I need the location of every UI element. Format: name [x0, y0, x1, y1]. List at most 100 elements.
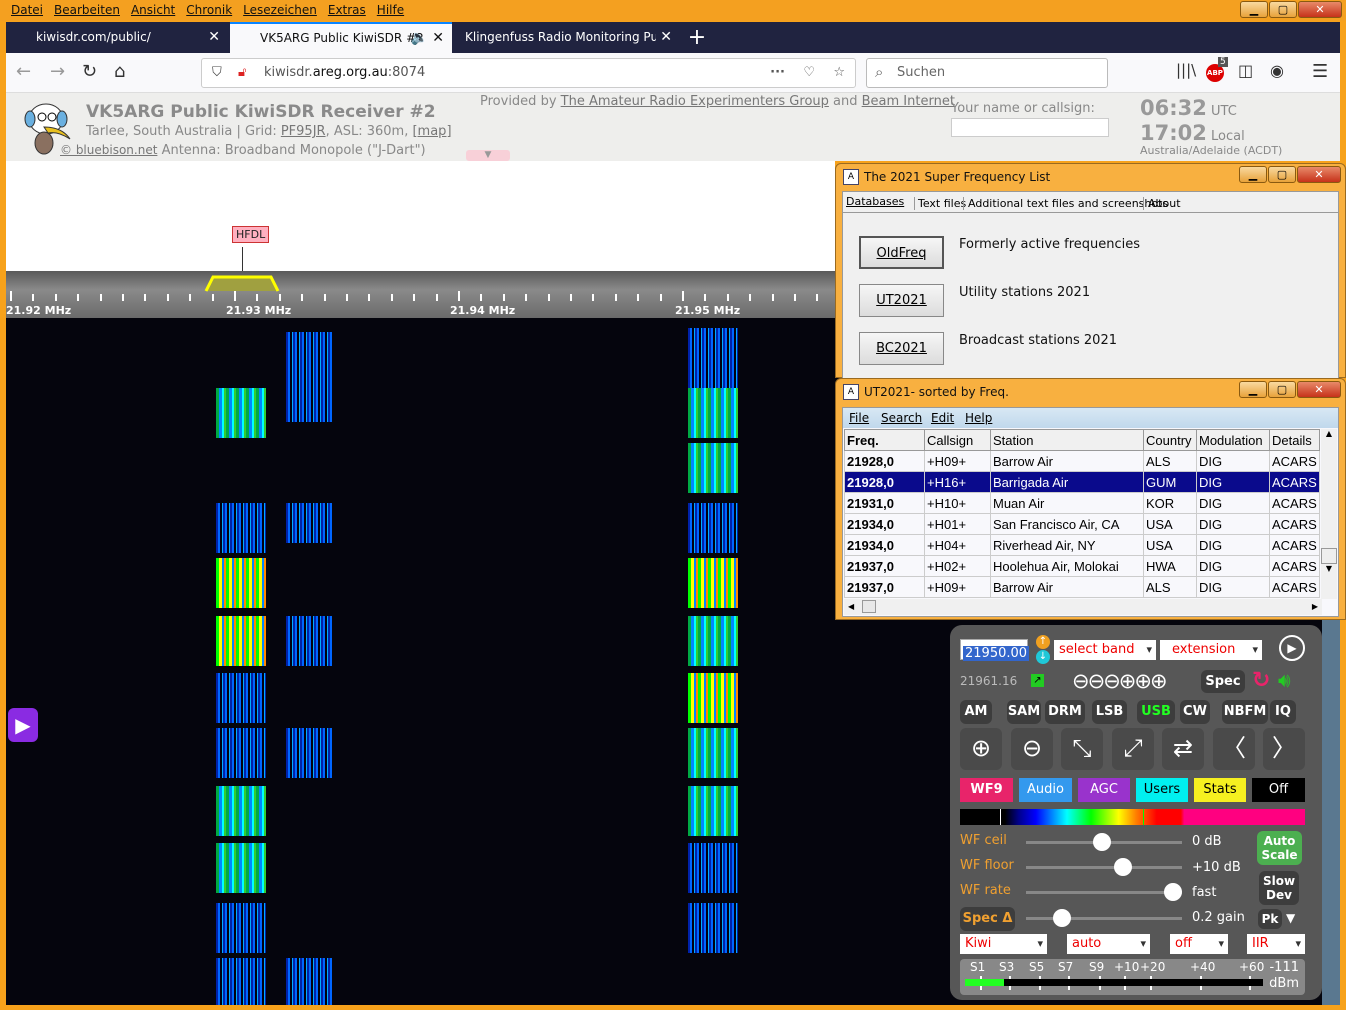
tab-kiwisdr-public[interactable]: kiwisdr.com/public/ ✕	[6, 22, 228, 53]
off-select[interactable]: off	[1170, 934, 1228, 954]
minimize-button[interactable]: ▁	[1240, 1, 1268, 18]
mode-usb-button[interactable]: USB	[1137, 700, 1175, 724]
pocket-icon[interactable]: ♡	[803, 59, 815, 87]
oldfreq-button[interactable]: OldFreq	[859, 236, 944, 269]
zoom-max-icon[interactable]: ⤢	[1112, 728, 1154, 770]
volume-icon[interactable]: 🔊︎	[1278, 668, 1291, 692]
floor-marker[interactable]	[1000, 809, 1001, 825]
menu-bearbeiten[interactable]: Bearbeiten	[54, 0, 120, 21]
forward-icon[interactable]: →	[50, 61, 65, 82]
close-tab-icon[interactable]: ✕	[432, 24, 444, 53]
column-header[interactable]: Freq.	[844, 429, 925, 451]
speaker-icon[interactable]: 🔈	[411, 24, 428, 53]
ceil-marker[interactable]	[1143, 809, 1144, 825]
new-tab-button[interactable]: +	[682, 22, 712, 53]
toggle-wf9-button[interactable]: WF9	[960, 778, 1013, 802]
toggle-stats-button[interactable]: Stats	[1194, 778, 1246, 802]
iir-select[interactable]: IIR	[1247, 934, 1305, 954]
insecure-lock-icon[interactable]: 🔓︎	[238, 59, 246, 87]
slow-dev-button[interactable]: Slow Dev	[1259, 871, 1299, 905]
slider-knob[interactable]	[1114, 858, 1133, 876]
frequency-input[interactable]: 21950.00	[960, 639, 1030, 661]
maximize-button[interactable]: ▢	[1269, 1, 1297, 18]
menu-ansicht[interactable]: Ansicht	[131, 0, 175, 21]
library-icon[interactable]: |||\	[1176, 61, 1196, 79]
reload-icon[interactable]: ↻	[82, 61, 97, 82]
page-right-icon[interactable]: 〉	[1263, 728, 1305, 770]
frequency-scale[interactable]: 21.92 MHz 21.93 MHz 21.94 MHz 21.95 MHz	[6, 271, 835, 318]
toggle-audio-button[interactable]: Audio	[1019, 778, 1072, 802]
tab-databases[interactable]: Databases	[846, 195, 904, 208]
spec-button[interactable]: Spec	[1201, 670, 1245, 693]
hfdl-marker-label[interactable]: HFDL	[232, 226, 270, 243]
wf-ceil-slider[interactable]	[1026, 833, 1182, 851]
collapse-header-button[interactable]: ▼	[466, 150, 510, 161]
bc2021-button[interactable]: BC2021	[859, 332, 944, 365]
mode-am-button[interactable]: AM	[960, 700, 992, 724]
tab-klingenfuss[interactable]: Klingenfuss Radio Monitoring Publi ✕	[454, 22, 680, 53]
step-down-icon[interactable]: ↓	[1036, 650, 1050, 664]
toggle-users-button[interactable]: Users	[1136, 778, 1188, 802]
close-tab-icon[interactable]: ✕	[656, 22, 672, 53]
search-input[interactable]: ⌕ Suchen	[866, 58, 1108, 88]
column-header[interactable]: Callsign	[924, 429, 991, 451]
slider-knob[interactable]	[1093, 833, 1111, 851]
menu-hilfe[interactable]: Hilfe	[377, 0, 404, 21]
scroll-thumb[interactable]	[1321, 548, 1337, 564]
column-header[interactable]: Country	[1143, 429, 1197, 451]
table-row[interactable]: 21937,0 +H02+ Hoolehua Air, Molokai HWA DIG A…	[844, 555, 1320, 577]
beam-internet-link[interactable]: Beam Internet	[862, 94, 955, 109]
more-actions-icon[interactable]: ···	[770, 59, 785, 87]
menu-file[interactable]: File	[849, 411, 869, 425]
colormap-bar[interactable]	[960, 809, 1305, 825]
grid-link[interactable]: PF95JR	[281, 124, 326, 139]
account-icon[interactable]: ◉	[1270, 61, 1284, 80]
table-row[interactable]: 21934,0 +H01+ San Francisco Air, CA USA DIG A…	[844, 513, 1320, 535]
column-header[interactable]: Modulation	[1196, 429, 1270, 451]
minimize-button[interactable]: ▁	[1239, 166, 1267, 183]
refresh-icon[interactable]: ↻	[1252, 668, 1270, 693]
mode-lsb-button[interactable]: LSB	[1092, 700, 1127, 724]
credit-link[interactable]: © bluebison.net	[60, 143, 157, 157]
areg-link[interactable]: The Amateur Radio Experimenters Group	[561, 94, 829, 109]
menu-datei[interactable]: Datei	[11, 0, 43, 21]
map-link[interactable]: [map]	[412, 124, 451, 139]
spectrum-area[interactable]: HFDL	[6, 161, 835, 271]
shield-icon[interactable]: ⛉	[212, 59, 222, 87]
tab-additional-files[interactable]: Additional text files and screenshots	[963, 197, 1168, 210]
close-button[interactable]: ✕	[1298, 1, 1342, 18]
toggle-agc-button[interactable]: AGC	[1078, 778, 1130, 802]
back-icon[interactable]: ←	[16, 61, 31, 82]
page-left-icon[interactable]: 〈	[1213, 728, 1255, 770]
menu-extras[interactable]: Extras	[328, 0, 366, 21]
select-band-dropdown[interactable]: select band	[1054, 640, 1156, 660]
callsign-input[interactable]	[951, 118, 1109, 137]
table-row[interactable]: 21928,0 +H09+ Barrow Air ALS DIG ACARS	[844, 450, 1320, 472]
column-header[interactable]: Details	[1269, 429, 1320, 451]
play-icon[interactable]: ▶	[8, 708, 38, 742]
tab-about[interactable]: About	[1143, 197, 1181, 210]
vertical-scrollbar[interactable]: ▲ ▼	[1321, 429, 1337, 599]
zoom-step-buttons[interactable]: ⊖⊖⊖⊕⊕⊕	[1072, 669, 1168, 693]
column-header[interactable]: Station	[990, 429, 1144, 451]
mode-cw-button[interactable]: CW	[1180, 700, 1210, 724]
maximize-button[interactable]: ▢	[1268, 166, 1296, 183]
mode-drm-button[interactable]: DRM	[1045, 700, 1085, 724]
url-bar[interactable]: ⛉ 🔓︎ kiwisdr.areg.org.au:8074 ··· ♡ ☆	[201, 58, 856, 88]
swap-icon[interactable]: ⇄	[1162, 728, 1204, 770]
toggle-off-button[interactable]: Off	[1252, 778, 1305, 802]
zoom-fit-icon[interactable]: ⤡	[1061, 728, 1103, 770]
zoom-out-icon[interactable]: ⊖	[1011, 728, 1053, 770]
play-button[interactable]: ▶	[1279, 635, 1305, 661]
horizontal-scrollbar[interactable]: ◀ ▶	[844, 599, 1322, 615]
menu-help[interactable]: Help	[965, 411, 992, 425]
wf-rate-slider[interactable]	[1026, 883, 1182, 901]
table-row[interactable]: 21937,0 +H09+ Barrow Air ALS DIG ACARS	[844, 576, 1320, 598]
menu-lesezeichen[interactable]: Lesezeichen	[243, 0, 317, 21]
zoom-in-icon[interactable]: ⊕	[960, 728, 1002, 770]
spec-gain-slider[interactable]	[1026, 909, 1182, 927]
pk-dropdown-icon[interactable]: ▼	[1286, 911, 1295, 925]
scroll-thumb[interactable]	[862, 600, 876, 613]
minimize-button[interactable]: ▁	[1239, 381, 1267, 398]
auto-scale-button[interactable]: Auto Scale	[1257, 831, 1302, 865]
